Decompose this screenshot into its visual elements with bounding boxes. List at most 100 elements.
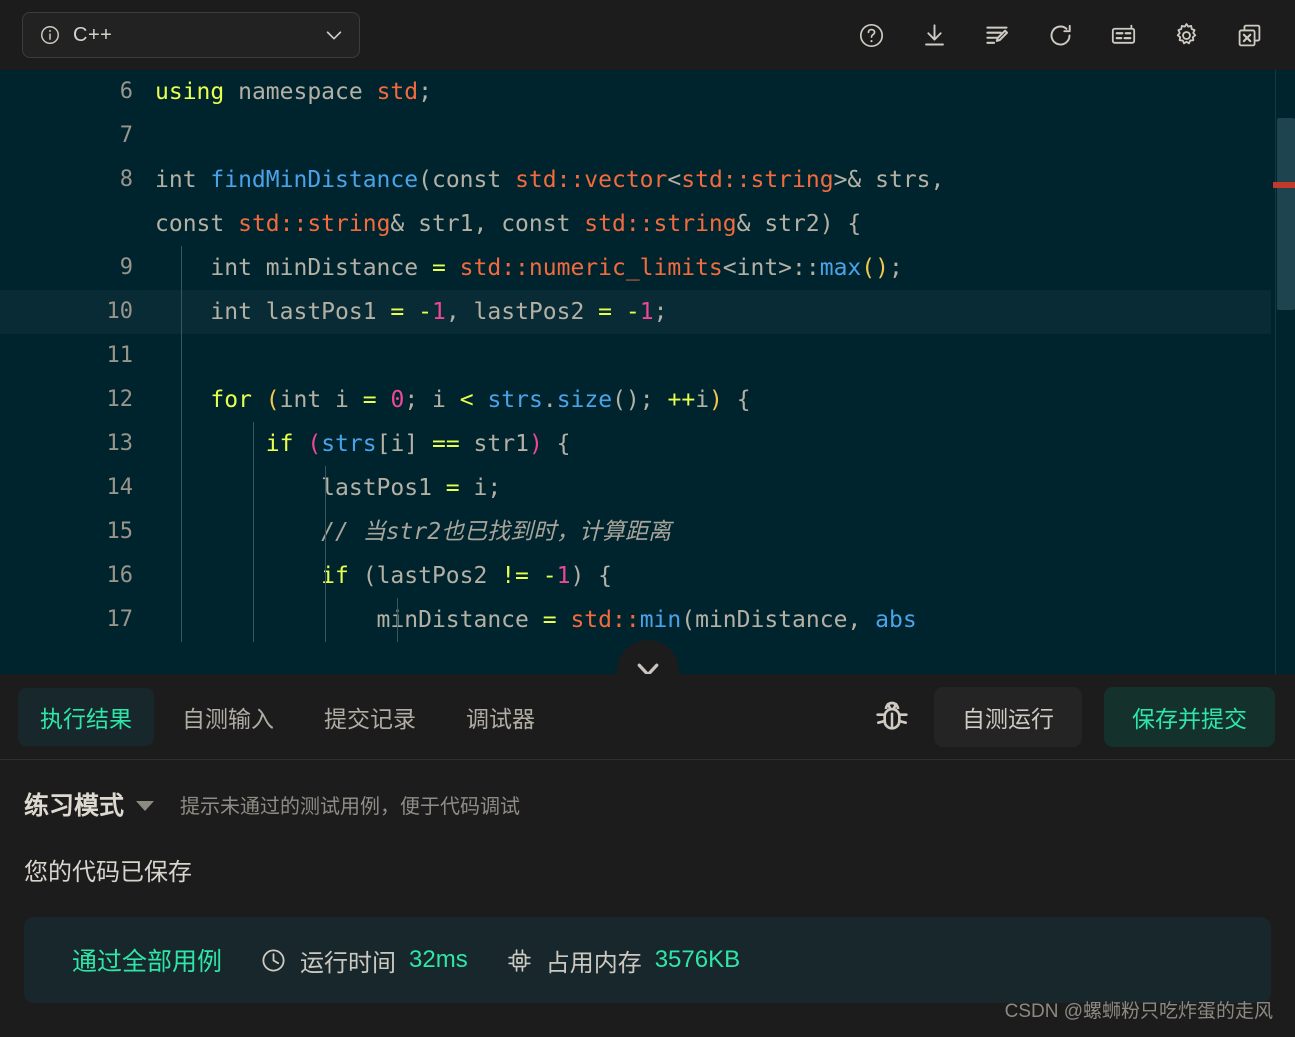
code-editor[interactable]: 6 using namespace std; 7 8 int findMinDistan… <box>0 70 1295 674</box>
code-text: for (int i = 0; i < strs.size(); ++i) { <box>155 378 1295 422</box>
code-line[interactable]: 17 minDistance = std::min(minDistance, a… <box>0 598 1295 642</box>
close-window-icon[interactable] <box>1236 22 1263 49</box>
chevron-down-icon[interactable] <box>323 24 345 46</box>
line-number: 6 <box>119 79 133 104</box>
line-number: 8 <box>119 167 133 192</box>
code-token: std::vector <box>515 167 668 193</box>
code-token: < <box>459 387 474 413</box>
code-line[interactable]: 12 for (int i = 0; i < strs.size(); ++i)… <box>0 378 1295 422</box>
indent-guide <box>181 510 182 554</box>
code-line[interactable]: 7 <box>0 114 1295 158</box>
code-token: // 当str2也已找到时，计算距离 <box>155 519 672 545</box>
code-line[interactable]: 13 if (strs[i] == str1) { <box>0 422 1295 466</box>
result-tab-2[interactable]: 提交记录 <box>302 688 438 746</box>
code-text <box>155 334 1295 378</box>
scrollbar-thumb[interactable] <box>1277 118 1295 310</box>
code-token: const <box>501 211 585 237</box>
code-token: ( <box>418 167 432 193</box>
code-token: max <box>819 255 862 281</box>
result-action-bar: 执行结果 自测输入 提交记录 调试器 自测运行 保存并提交 <box>0 674 1295 760</box>
format-code-icon[interactable] <box>984 22 1011 49</box>
code-token: = <box>598 299 613 325</box>
code-token: { <box>722 387 751 413</box>
code-token: . <box>542 387 557 413</box>
result-tabs: 执行结果 自测输入 提交记录 调试器 <box>18 687 557 746</box>
saved-message: 您的代码已保存 <box>24 859 192 886</box>
code-token: findMinDistance <box>210 167 419 193</box>
code-token: int i <box>279 387 363 413</box>
code-line[interactable]: 16 if (lastPos2 != -1) { <box>0 554 1295 598</box>
code-line[interactable]: 11 <box>0 334 1295 378</box>
code-token: = <box>390 299 405 325</box>
indent-guide <box>181 422 182 466</box>
code-token: const <box>431 167 516 193</box>
help-icon[interactable] <box>858 22 885 49</box>
indent-guide <box>325 598 326 642</box>
settings-gear-icon[interactable] <box>1173 22 1200 49</box>
submit-button[interactable]: 保存并提交 <box>1104 686 1275 747</box>
run-button[interactable]: 自测运行 <box>934 686 1082 747</box>
language-selector[interactable]: C++ <box>22 12 360 58</box>
code-token: std::string <box>584 211 737 237</box>
line-number: 13 <box>106 431 134 456</box>
code-token: { <box>542 431 571 457</box>
code-text: int minDistance = std::numeric_limits<in… <box>155 246 1295 290</box>
result-tab-3[interactable]: 调试器 <box>444 688 557 746</box>
indent-guide <box>253 510 254 554</box>
code-token: = <box>542 607 557 633</box>
code-token: i <box>695 387 710 413</box>
code-line[interactable]: 14 lastPos1 = i; <box>0 466 1295 510</box>
indent-guide <box>253 466 254 510</box>
line-number: 11 <box>106 343 134 368</box>
indent-guide <box>181 334 182 378</box>
result-tab-0[interactable]: 执行结果 <box>18 687 154 746</box>
code-token: ) <box>709 387 723 413</box>
bug-icon[interactable] <box>872 697 912 737</box>
keyboard-icon[interactable] <box>1110 22 1137 49</box>
code-token: lastPos1 <box>155 475 446 501</box>
code-lines[interactable]: 6 using namespace std; 7 8 int findMinDistan… <box>0 70 1295 674</box>
caret-down-icon[interactable] <box>136 801 155 811</box>
runtime-value: 32ms <box>409 946 468 973</box>
indent-guide <box>253 598 254 642</box>
editor-scrollbar[interactable] <box>1271 70 1295 674</box>
reset-icon[interactable] <box>1047 22 1074 49</box>
line-number: 16 <box>106 563 134 588</box>
code-line[interactable]: 10 int lastPos1 = -1, lastPos2 = -1; <box>0 290 1295 334</box>
indent-guide <box>325 510 326 554</box>
line-number: 17 <box>106 607 134 632</box>
code-token: = <box>362 387 377 413</box>
code-token: std:: <box>570 607 640 633</box>
code-token: (lastPos2 <box>348 563 502 589</box>
code-line[interactable]: 8 int findMinDistance(const std::vector<s… <box>0 158 1295 246</box>
code-line[interactable]: 9 int minDistance = std::numeric_limits<… <box>0 246 1295 290</box>
code-token: using <box>155 79 225 105</box>
info-circle-icon <box>39 24 61 46</box>
mode-hint-text: 提示未通过的测试用例，便于代码调试 <box>180 795 521 818</box>
code-token: () <box>612 387 640 413</box>
code-text: // 当str2也已找到时，计算距离 <box>155 510 1295 554</box>
code-token: >& <box>833 167 876 193</box>
code-line[interactable]: 15 // 当str2也已找到时，计算距离 <box>0 510 1295 554</box>
code-token: - <box>625 299 640 325</box>
code-token: for <box>210 387 252 413</box>
code-line[interactable]: 6 using namespace std; <box>0 70 1295 114</box>
memory-label: 占用内存 <box>545 949 642 977</box>
line-number: 9 <box>119 255 133 280</box>
code-token: std::string <box>681 167 834 193</box>
code-token: ; i <box>404 387 460 413</box>
code-token: - <box>418 299 432 325</box>
result-tab-1[interactable]: 自测输入 <box>160 688 296 746</box>
error-marker[interactable] <box>1273 182 1295 188</box>
code-practice-app: C++ 6 using namespace std; 7 8 int findM… <box>0 0 1295 1037</box>
watermark: CSDN @螺蛳粉只吃炸蛋的走风 <box>1004 1001 1273 1022</box>
download-icon[interactable] <box>921 22 948 49</box>
code-token: <int>:: <box>722 255 820 281</box>
code-token: == <box>431 431 460 457</box>
practice-mode-label[interactable]: 练习模式 <box>24 786 124 822</box>
code-token: if <box>265 431 294 457</box>
